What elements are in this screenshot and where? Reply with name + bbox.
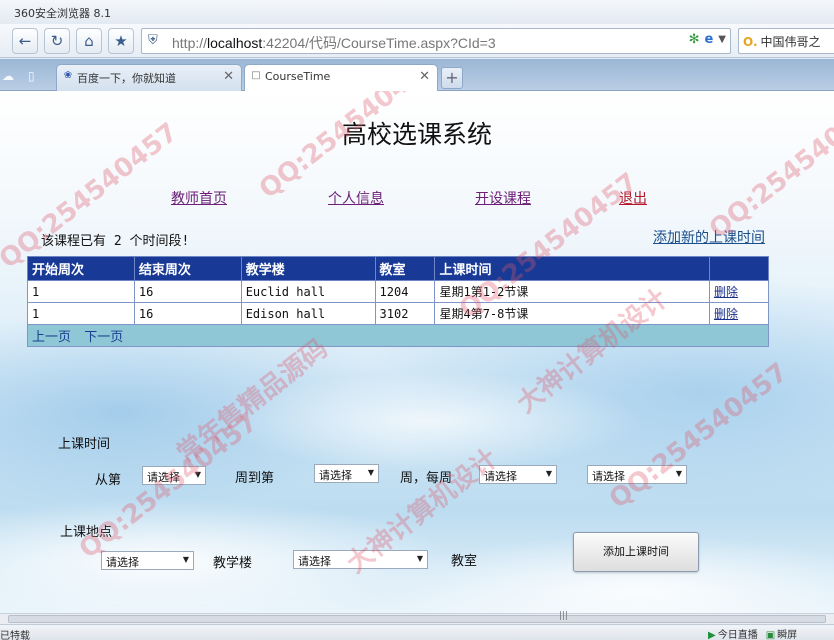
ie-icon[interactable]: e bbox=[704, 32, 713, 47]
cell-action: 删除 bbox=[709, 302, 769, 325]
watermark: 常年售精品源码 bbox=[171, 333, 334, 470]
chevron-down-icon: ▼ bbox=[416, 554, 423, 563]
cell-class-time: 星期4第7-8节课 bbox=[434, 302, 711, 325]
every-week-label: 周，每周 bbox=[400, 471, 453, 486]
address-url[interactable]: http://localhost:42204/代码/CourseTime.asp… bbox=[172, 33, 496, 53]
paw-icon: ❀ bbox=[63, 70, 73, 81]
close-icon[interactable]: ✕ bbox=[223, 69, 234, 84]
table-row: 1 16 Euclid hall 1204 星期1第1-2节课 删除 bbox=[27, 280, 769, 303]
col-classroom: 教室 bbox=[374, 256, 436, 281]
building-select[interactable]: 请选择 ▼ bbox=[101, 551, 194, 570]
search-box[interactable]: O. 中国伟哥之 bbox=[738, 28, 834, 54]
grip-icon: ||| bbox=[559, 611, 569, 621]
col-building: 教学楼 bbox=[240, 256, 376, 281]
col-class-time: 上课时间 bbox=[434, 256, 711, 281]
location-label: 上课地点 bbox=[60, 525, 113, 540]
col-end-week: 结束周次 bbox=[133, 256, 242, 281]
tab-coursetime[interactable]: □ CourseTime ✕ bbox=[244, 64, 438, 91]
pager-next[interactable]: 下一页 bbox=[84, 330, 123, 345]
watermark: QQ:254540457 bbox=[603, 357, 794, 515]
browser-title-bar: 360安全浏览器 8.1 bbox=[0, 0, 834, 24]
delete-link[interactable]: 删除 bbox=[714, 307, 738, 321]
end-week-select[interactable]: 请选择 ▼ bbox=[314, 464, 379, 483]
status-bar: 已特载 ▶ 今日直播 ▣ 瞬屏 bbox=[0, 624, 834, 640]
new-tab-button[interactable]: + bbox=[441, 67, 463, 89]
time-slot-count: 该课程已有 2 个时间段! bbox=[41, 234, 190, 249]
live-button[interactable]: ▶ 今日直播 bbox=[708, 626, 758, 640]
shield-icon: ⛨ bbox=[148, 33, 158, 48]
delete-link[interactable]: 删除 bbox=[714, 285, 738, 299]
cell-action: 删除 bbox=[709, 280, 769, 303]
class-time-label: 上课时间 bbox=[58, 437, 111, 452]
close-icon[interactable]: ✕ bbox=[419, 69, 430, 84]
chevron-down-icon[interactable]: ▼ bbox=[718, 32, 726, 47]
address-bar[interactable]: ⛨ http://localhost:42204/代码/CourseTime.a… bbox=[141, 28, 731, 54]
chevron-down-icon: ▼ bbox=[194, 470, 201, 479]
cell-classroom: 3102 bbox=[374, 302, 436, 325]
scrollbar-thumb[interactable] bbox=[8, 615, 826, 623]
nav-open-course[interactable]: 开设课程 bbox=[475, 188, 531, 208]
screen-icon: ▣ bbox=[765, 630, 776, 640]
page-title: 高校选课系统 bbox=[341, 120, 492, 149]
table-row: 1 16 Edison hall 3102 星期4第7-8节课 删除 bbox=[27, 302, 769, 325]
add-class-time-button[interactable]: 添加上课时间 bbox=[573, 532, 699, 572]
screenshot-button[interactable]: ▣ 瞬屏 bbox=[766, 626, 797, 640]
cell-start-week: 1 bbox=[27, 302, 135, 325]
table-header-row: 开始周次 结束周次 教学楼 教室 上课时间 bbox=[27, 256, 769, 281]
cell-end-week: 16 bbox=[133, 302, 242, 325]
cell-building: Edison hall bbox=[240, 302, 376, 325]
period-select[interactable]: 请选择 ▼ bbox=[587, 465, 687, 484]
page-icon[interactable]: ▯ bbox=[28, 69, 35, 83]
cell-building: Euclid hall bbox=[240, 280, 376, 303]
chevron-down-icon: ▼ bbox=[545, 469, 552, 478]
play-icon: ▶ bbox=[708, 630, 716, 640]
cell-class-time: 星期1第1-2节课 bbox=[434, 280, 711, 303]
add-new-time-link[interactable]: 添加新的上课时间 bbox=[653, 227, 765, 247]
col-start-week: 开始周次 bbox=[27, 256, 135, 281]
table-pager: 上一页 下一页 bbox=[27, 324, 769, 347]
nav-personal-info[interactable]: 个人信息 bbox=[328, 188, 384, 208]
tab-baidu[interactable]: ❀ 百度一下，你就知道 ✕ bbox=[56, 64, 242, 91]
start-week-select[interactable]: 请选择 ▼ bbox=[142, 466, 206, 485]
browser-toolbar: ← ↻ ⌂ ★ ⛨ http://localhost:42204/代码/Cour… bbox=[0, 24, 834, 58]
page-content: 高校选课系统 教师首页 个人信息 开设课程 退出 该课程已有 2 个时间段! 添… bbox=[0, 91, 834, 613]
col-action bbox=[709, 256, 769, 281]
browser-title: 360安全浏览器 8.1 bbox=[14, 7, 111, 20]
document-icon: □ bbox=[251, 70, 261, 81]
back-icon[interactable]: ← bbox=[12, 28, 38, 54]
classroom-label: 教室 bbox=[451, 554, 478, 569]
cell-start-week: 1 bbox=[27, 280, 135, 303]
tab-strip: ☁ ▯ ❀ 百度一下，你就知道 ✕ □ CourseTime ✕ + bbox=[0, 59, 834, 91]
chevron-down-icon: ▼ bbox=[367, 468, 374, 477]
cell-end-week: 16 bbox=[133, 280, 242, 303]
chevron-down-icon: ▼ bbox=[182, 555, 189, 564]
status-text: 已特载 bbox=[0, 631, 30, 640]
cloud-icon[interactable]: ☁ bbox=[2, 69, 14, 83]
to-week-label: 周到第 bbox=[235, 471, 275, 486]
weekday-select[interactable]: 请选择 ▼ bbox=[479, 465, 557, 484]
cell-classroom: 1204 bbox=[374, 280, 436, 303]
nav-logout[interactable]: 退出 bbox=[619, 188, 647, 208]
compat-mode-icon[interactable]: ✻ bbox=[689, 32, 700, 47]
nav-teacher-home[interactable]: 教师首页 bbox=[171, 188, 227, 208]
building-label: 教学楼 bbox=[213, 556, 253, 571]
course-time-table: 开始周次 结束周次 教学楼 教室 上课时间 1 16 Euclid hall 1… bbox=[27, 256, 769, 347]
chevron-down-icon: ▼ bbox=[675, 469, 682, 478]
star-icon[interactable]: ★ bbox=[108, 28, 134, 54]
home-icon[interactable]: ⌂ bbox=[76, 28, 102, 54]
horizontal-scrollbar[interactable]: ||| bbox=[0, 611, 834, 624]
pager-prev[interactable]: 上一页 bbox=[32, 330, 71, 345]
refresh-icon[interactable]: ↻ bbox=[44, 28, 70, 54]
from-week-label: 从第 bbox=[95, 473, 122, 488]
classroom-select[interactable]: 请选择 ▼ bbox=[293, 550, 428, 569]
search-engine-icon[interactable]: O. bbox=[743, 35, 758, 49]
